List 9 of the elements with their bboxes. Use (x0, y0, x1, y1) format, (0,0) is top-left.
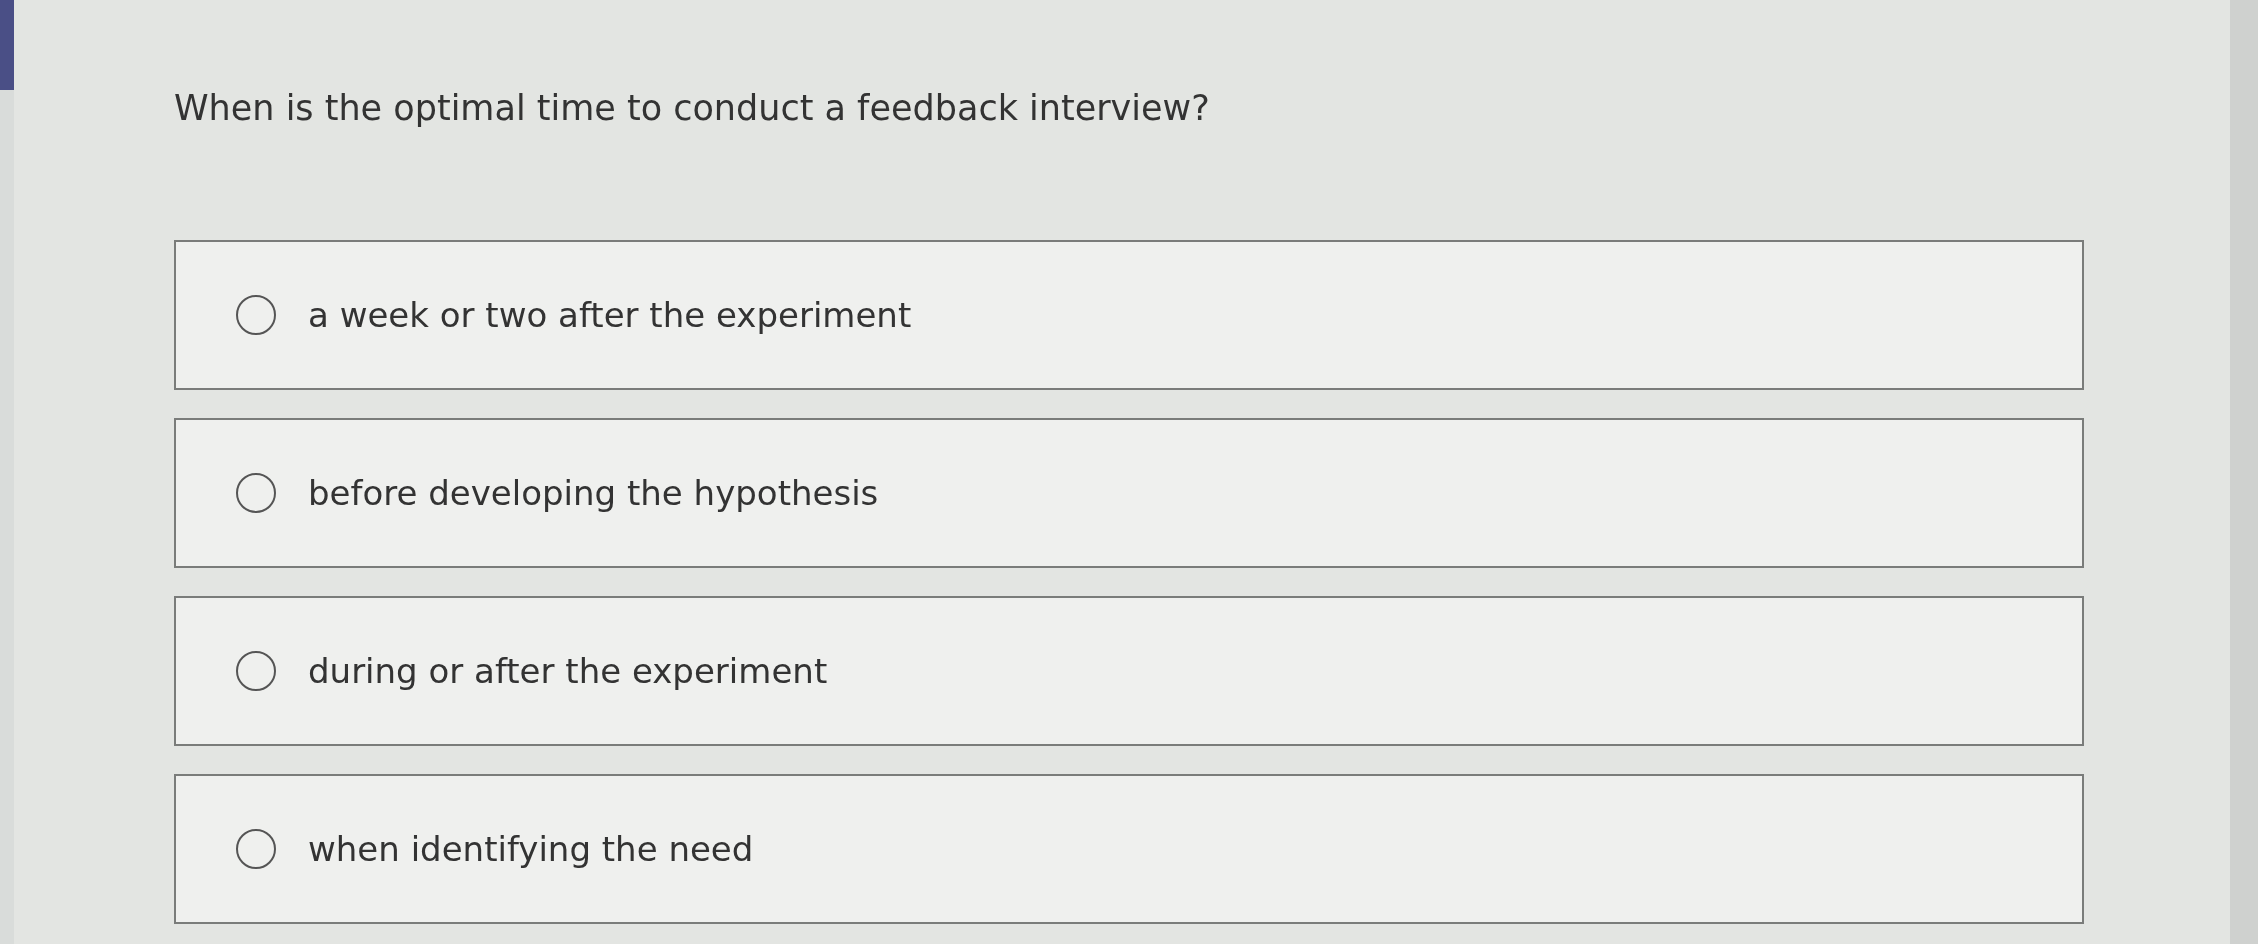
answer-option[interactable]: when identifying the need (174, 774, 2084, 924)
answer-option[interactable]: a week or two after the experiment (174, 240, 2084, 390)
radio-button[interactable] (236, 473, 276, 513)
answer-option[interactable]: before developing the hypothesis (174, 418, 2084, 568)
radio-button[interactable] (236, 295, 276, 335)
radio-button[interactable] (236, 651, 276, 691)
answer-option[interactable]: during or after the experiment (174, 596, 2084, 746)
radio-button[interactable] (236, 829, 276, 869)
question-text: When is the optimal time to conduct a feedback interview? (174, 88, 1211, 128)
